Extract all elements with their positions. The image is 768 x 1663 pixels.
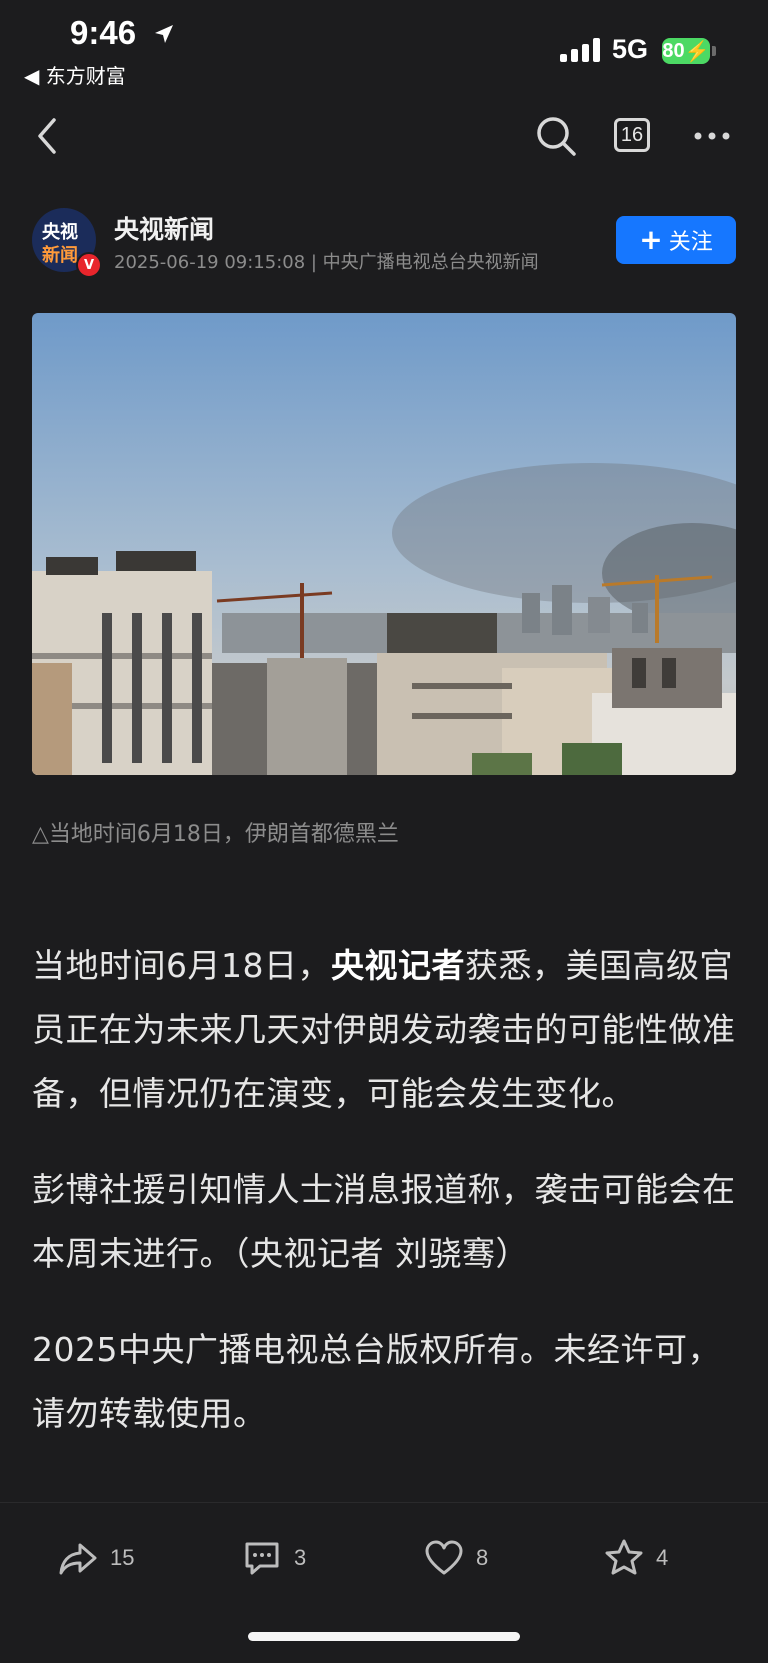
- follow-button[interactable]: + 关注: [616, 216, 736, 264]
- comment-count: 3: [294, 1545, 307, 1570]
- star-icon: [605, 1539, 643, 1575]
- cellular-signal-icon: [560, 38, 600, 62]
- article-photo[interactable]: [32, 313, 736, 775]
- comment-count-box[interactable]: 16: [614, 118, 650, 152]
- comment-button[interactable]: 3: [242, 1530, 306, 1586]
- author-name[interactable]: 央视新闻: [114, 210, 214, 246]
- p1-bold-text: 央视记者: [331, 946, 465, 985]
- article-body: 当地时间6月18日，央视记者获悉，美国高级官员正在为未来几天对伊朗发动袭击的可能…: [32, 934, 736, 1446]
- location-arrow-icon: [155, 25, 173, 43]
- status-bar: 9:46 ◀ 东方财富 5G 80 ⚡: [0, 0, 768, 96]
- home-indicator[interactable]: [248, 1632, 520, 1641]
- p1-text-before: 当地时间6月18日，: [32, 946, 331, 985]
- article-paragraph: 彭博社援引知情人士消息报道称，袭击可能会在本周末进行。（央视记者 刘骁骞）: [32, 1170, 736, 1273]
- author-header: 央视 新闻 V 央视新闻 2025-06-19 09:15:08 | 中央广播电…: [32, 206, 736, 278]
- share-icon: [59, 1543, 97, 1575]
- favorite-count: 4: [656, 1545, 669, 1570]
- bottom-action-bar: 15 3 8 4: [0, 1530, 768, 1590]
- verified-badge-icon: V: [76, 252, 102, 278]
- divider: [0, 1502, 768, 1503]
- article-paragraph: 当地时间6月18日，央视记者获悉，美国高级官员正在为未来几天对伊朗发动袭击的可能…: [32, 934, 736, 1126]
- copyright-notice: 2025中央广播电视总台版权所有。未经许可，请勿转载使用。: [32, 1330, 721, 1433]
- image-caption: △当地时间6月18日，伊朗首都德黑兰: [32, 822, 399, 847]
- plus-icon: +: [639, 223, 663, 256]
- like-button[interactable]: 8: [424, 1530, 488, 1586]
- heart-icon: [425, 1540, 463, 1575]
- battery-icon: 80 ⚡: [662, 38, 710, 64]
- status-time: 9:46: [70, 14, 137, 51]
- search-icon[interactable]: [534, 114, 578, 158]
- avatar-logo-text-2: 新闻: [42, 245, 78, 266]
- more-options-icon[interactable]: [692, 124, 732, 148]
- share-button[interactable]: 15: [58, 1530, 134, 1586]
- favorite-button[interactable]: 4: [604, 1530, 668, 1586]
- back-arrow-icon[interactable]: [28, 116, 68, 156]
- follow-label: 关注: [668, 230, 713, 255]
- publish-meta: 2025-06-19 09:15:08 | 中央广播电视总台央视新闻: [114, 252, 539, 273]
- comment-icon: [245, 1542, 279, 1575]
- back-to-app-link[interactable]: ◀ 东方财富: [24, 60, 126, 89]
- share-count: 15: [110, 1545, 135, 1570]
- like-count: 8: [476, 1545, 489, 1570]
- network-type: 5G: [612, 34, 649, 64]
- battery-tip: [712, 46, 716, 56]
- battery-level: 80: [662, 39, 685, 62]
